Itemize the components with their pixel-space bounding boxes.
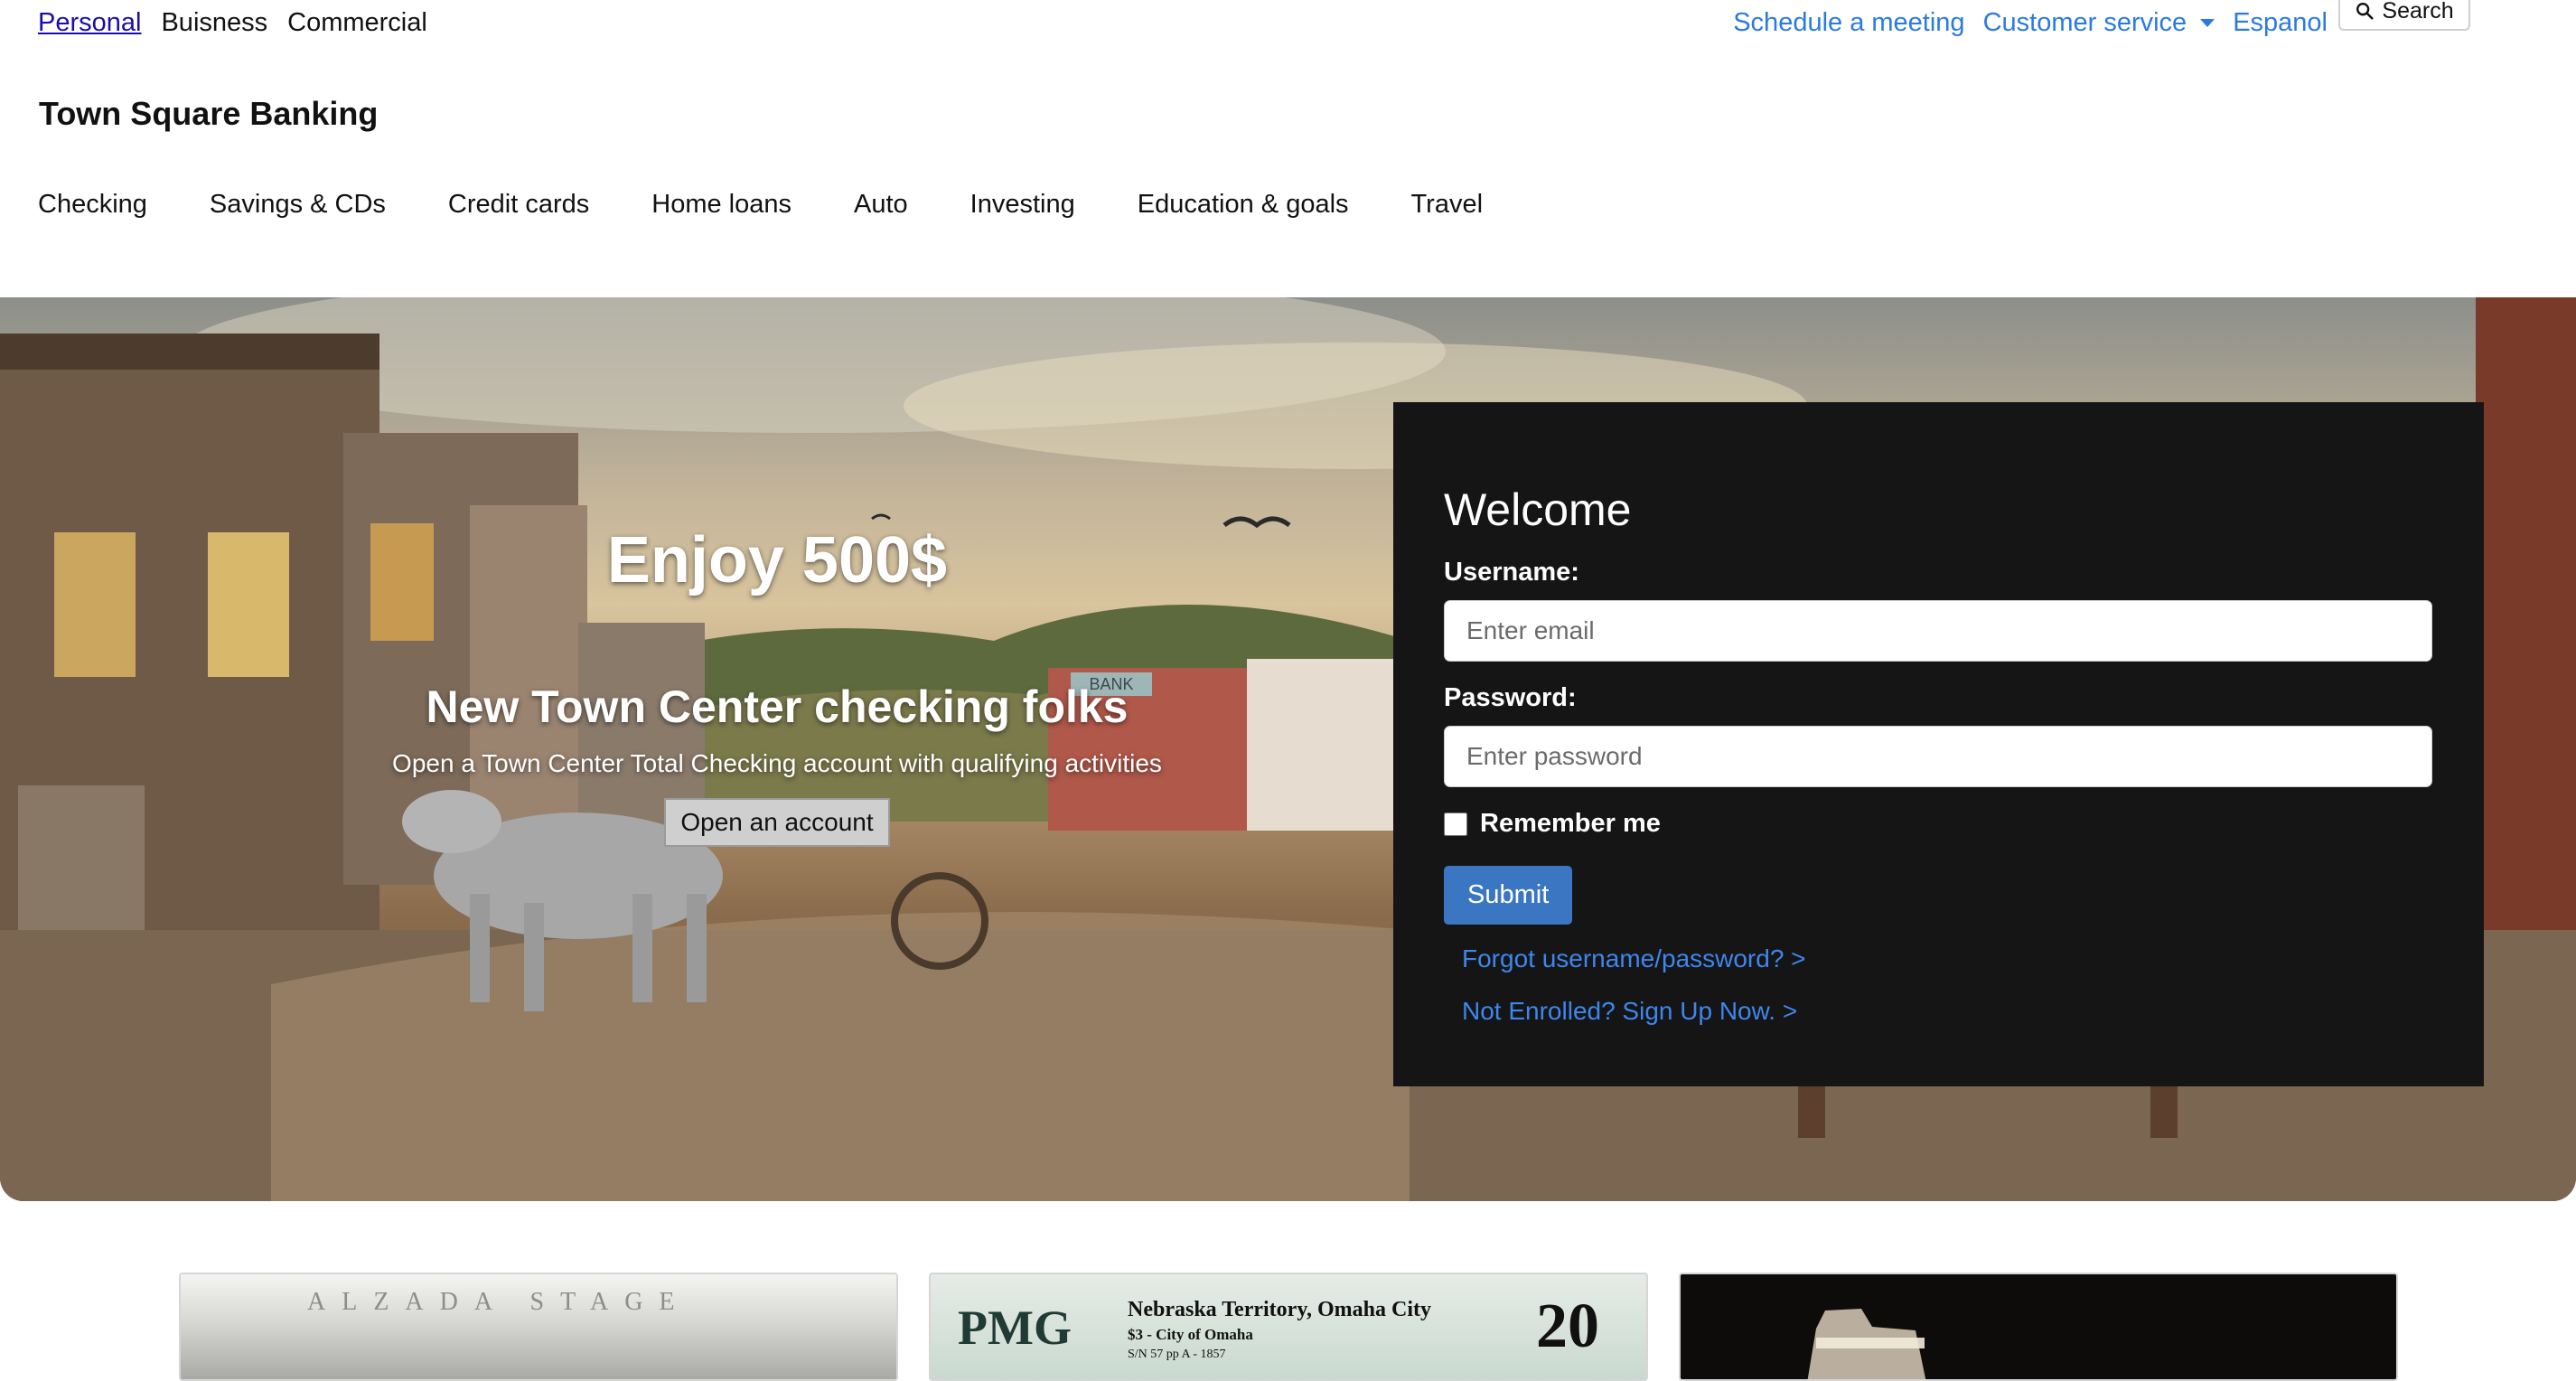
nav-item-education-goals[interactable]: Education & goals xyxy=(1138,190,1349,220)
nav-item-home-loans[interactable]: Home loans xyxy=(651,190,792,220)
search-button[interactable]: Search xyxy=(2338,0,2470,31)
nav-item-checking[interactable]: Checking xyxy=(38,190,147,220)
utility-nav: Schedule a meeting Customer service Espa… xyxy=(1733,8,2328,38)
segment-personal[interactable]: Personal xyxy=(38,8,141,38)
promo-subtitle: Open a Town Center Total Checking accoun… xyxy=(392,749,1162,777)
remember-me-label: Remember me xyxy=(1480,809,1661,838)
segment-nav: Personal Buisness Commercial xyxy=(38,8,427,38)
feature-card-banknote[interactable]: PMG Nebraska Territory, Omaha City $3 - … xyxy=(929,1273,1648,1381)
banknote-grade: 20 xyxy=(1536,1292,1599,1361)
forgot-credentials-link[interactable]: Forgot username/password? > xyxy=(1462,944,2433,973)
feature-card-building[interactable] xyxy=(1679,1273,2398,1381)
segment-commercial[interactable]: Commercial xyxy=(287,8,427,38)
hero-banner: BANK Enjoy 500$ New Town Center checking… xyxy=(0,297,2576,1201)
brand-logo[interactable]: Town Square Banking xyxy=(39,95,378,133)
banknote-title: Nebraska Territory, Omaha City xyxy=(1128,1298,1431,1321)
customer-service-dropdown[interactable]: Customer service xyxy=(1983,8,2215,38)
banknote-label: Nebraska Territory, Omaha City $3 - City… xyxy=(1128,1298,1431,1362)
stagecoach-stamp-text: ALZADA STAGE xyxy=(307,1288,691,1316)
segment-business[interactable]: Buisness xyxy=(161,8,267,38)
espanol-link[interactable]: Espanol xyxy=(2233,8,2328,38)
promo-block: Enjoy 500$ New Town Center checking folk… xyxy=(343,523,1211,847)
search-icon xyxy=(2356,3,2374,20)
nav-item-auto[interactable]: Auto xyxy=(854,190,908,220)
building-facade-image xyxy=(1807,1309,1926,1379)
feature-card-stagecoach[interactable]: ALZADA STAGE xyxy=(179,1273,898,1381)
schedule-meeting-label: Schedule a meeting xyxy=(1733,8,1965,37)
username-input[interactable] xyxy=(1444,600,2432,662)
promo-title: New Town Center checking folks xyxy=(426,681,1129,732)
password-label: Password: xyxy=(1444,683,1577,712)
submit-button[interactable]: Submit xyxy=(1444,866,1573,925)
nav-item-savings-cds[interactable]: Savings & CDs xyxy=(210,190,386,220)
espanol-label: Espanol xyxy=(2233,8,2328,37)
main-nav: Checking Savings & CDs Credit cards Home… xyxy=(38,190,1483,220)
nav-item-travel[interactable]: Travel xyxy=(1411,190,1484,220)
remember-me-row: Remember me xyxy=(1444,809,2433,839)
open-account-button[interactable]: Open an account xyxy=(664,798,890,847)
schedule-meeting-link[interactable]: Schedule a meeting xyxy=(1733,8,1964,38)
customer-service-label: Customer service xyxy=(1982,8,2187,37)
pmg-logo: PMG xyxy=(958,1301,1072,1355)
username-label: Username: xyxy=(1444,558,1579,587)
password-input[interactable] xyxy=(1444,726,2432,787)
nav-item-credit-cards[interactable]: Credit cards xyxy=(448,190,589,220)
banknote-denomination: $3 - City of Omaha xyxy=(1128,1326,1253,1343)
chevron-down-icon xyxy=(2200,19,2215,27)
banknote-serial: S/N 57 pp A - 1857 xyxy=(1128,1348,1226,1361)
promo-headline: Enjoy 500$ xyxy=(606,524,948,597)
nav-item-investing[interactable]: Investing xyxy=(970,190,1075,220)
login-panel: Welcome Username: Password: Remember me … xyxy=(1393,402,2484,1086)
search-label: Search xyxy=(2382,0,2454,23)
login-title: Welcome xyxy=(1444,484,1632,535)
remember-me-checkbox[interactable] xyxy=(1444,812,1467,836)
enroll-link[interactable]: Not Enrolled? Sign Up Now. > xyxy=(1462,997,2433,1026)
